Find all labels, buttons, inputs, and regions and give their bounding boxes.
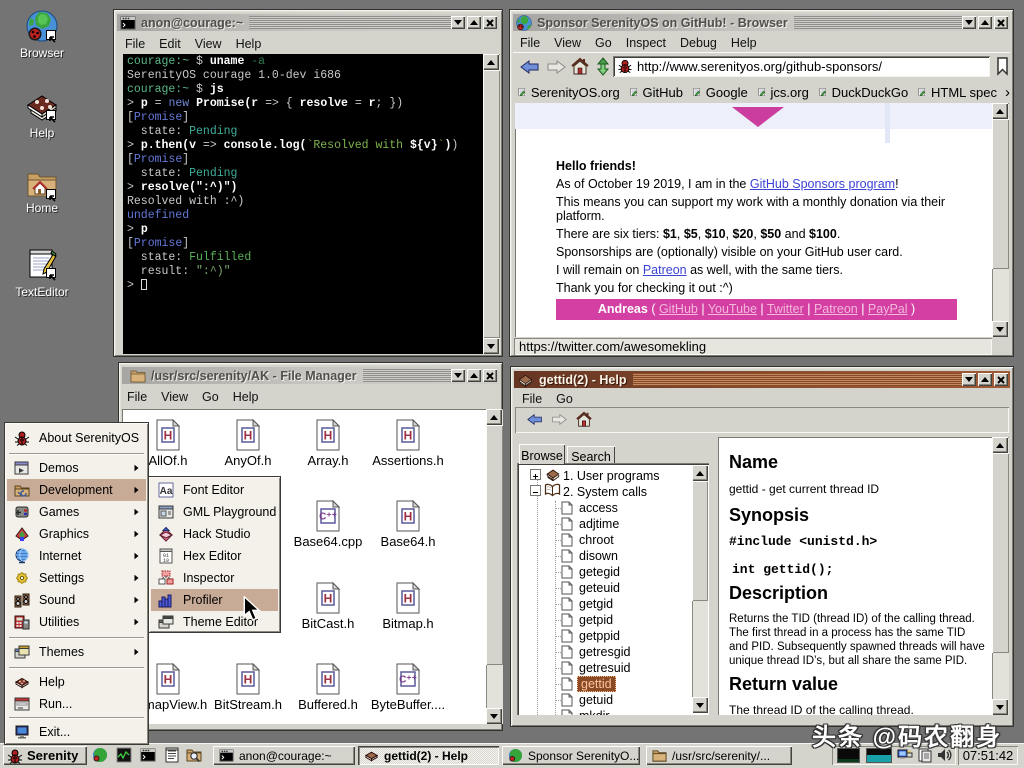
svg-text:Aa: Aa [160,486,173,497]
svg-text:10: 10 [163,558,169,564]
